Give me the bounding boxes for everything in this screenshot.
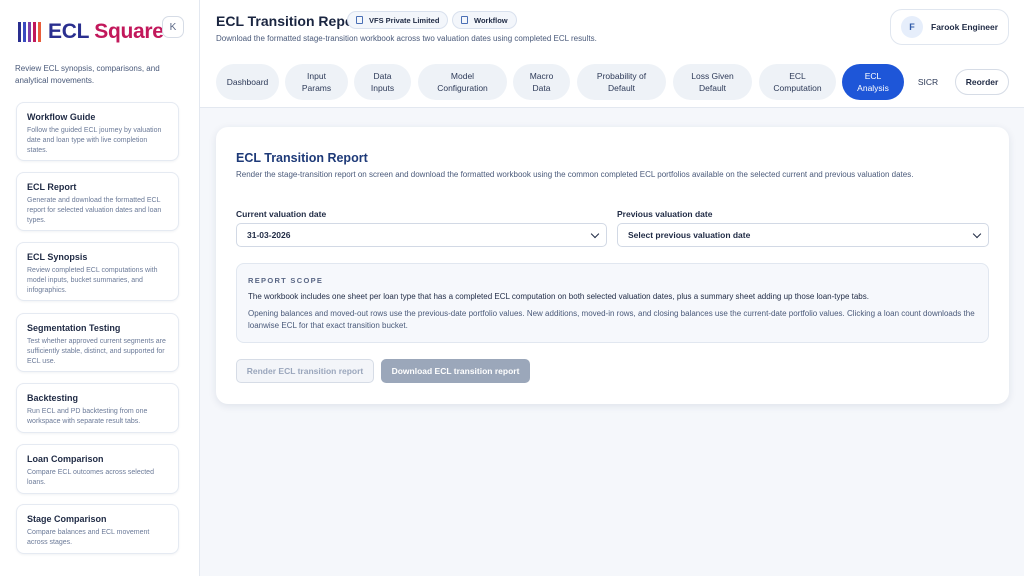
collapse-sidebar-button[interactable]: K — [162, 16, 184, 38]
user-menu[interactable]: F Farook Engineer — [890, 9, 1009, 45]
render-report-button[interactable]: Render ECL transition report — [236, 359, 374, 383]
brand-logo[interactable]: ECL Square — [18, 20, 164, 44]
tab-ecl-analysis[interactable]: ECL Analysis — [842, 64, 904, 100]
sidebar-item-title: Segmentation Testing — [27, 323, 121, 333]
transition-report-card: ECL Transition Report Render the stage-t… — [216, 127, 1009, 404]
sidebar-item-desc: Test whether approved current segments a… — [27, 338, 166, 365]
tab-dashboard[interactable]: Dashboard — [216, 64, 279, 100]
logo-bars-icon — [18, 22, 41, 42]
tab-model-configuration[interactable]: Model Configuration — [418, 64, 507, 100]
workflow-chip-label: Workflow — [474, 15, 508, 25]
workflow-icon — [461, 16, 468, 24]
sidebar-item-title: ECL Synopsis — [27, 252, 88, 262]
sidebar-description: Review ECL synopsis, comparisons, and an… — [15, 64, 160, 85]
previous-date-value: Select previous valuation date — [628, 230, 751, 240]
previous-date-label: Previous valuation date — [617, 209, 713, 219]
page-header: ECL Transition Report VFS Private Limite… — [200, 0, 1024, 52]
sidebar: ECL Square K Review ECL synopsis, compar… — [0, 0, 200, 576]
sidebar-item-desc: Review completed ECL computations with m… — [27, 267, 158, 294]
sidebar-item-title: ECL Report — [27, 182, 77, 192]
sidebar-item-title: Workflow Guide — [27, 112, 96, 122]
sidebar-item-backtesting[interactable]: Backtesting Run ECL and PD backtesting f… — [16, 383, 179, 433]
reorder-tabs-button[interactable]: Reorder — [955, 69, 1009, 95]
sidebar-item-loan-comparison[interactable]: Loan Comparison Compare ECL outcomes acr… — [16, 444, 179, 494]
brand-name: ECL — [48, 20, 89, 43]
current-date-label: Current valuation date — [236, 209, 327, 219]
previous-valuation-date-select[interactable]: Select previous valuation date — [617, 223, 989, 247]
avatar: F — [901, 16, 923, 38]
tab-ecl-computation[interactable]: ECL Computation — [759, 64, 836, 100]
page-title: ECL Transition Report — [216, 13, 364, 29]
download-report-button[interactable]: Download ECL transition report — [381, 359, 530, 383]
sidebar-item-ecl-report[interactable]: ECL Report Generate and download the for… — [16, 172, 179, 231]
card-description: Render the stage-transition report on sc… — [236, 170, 914, 179]
current-valuation-date-select[interactable]: 31-03-2026 — [236, 223, 607, 247]
sidebar-item-title: Backtesting — [27, 393, 79, 403]
card-title: ECL Transition Report — [236, 151, 368, 165]
current-date-value: 31-03-2026 — [247, 230, 291, 240]
company-chip[interactable]: VFS Private Limited — [347, 11, 449, 29]
report-scope-box: REPORT SCOPE The workbook includes one s… — [236, 263, 989, 343]
workflow-chip[interactable]: Workflow — [452, 11, 517, 29]
sidebar-item-segmentation-testing[interactable]: Segmentation Testing Test whether approv… — [16, 313, 179, 372]
sidebar-item-desc: Run ECL and PD backtesting from one work… — [27, 408, 148, 425]
chevron-down-icon — [972, 229, 982, 239]
tab-input-params[interactable]: Input Params — [285, 64, 348, 100]
building-icon — [356, 16, 363, 24]
company-chip-label: VFS Private Limited — [369, 15, 440, 25]
report-scope-heading: REPORT SCOPE — [248, 276, 324, 285]
report-scope-text-2: Opening balances and moved-out rows use … — [248, 309, 975, 330]
report-scope-text-1: The workbook includes one sheet per loan… — [248, 292, 869, 301]
sidebar-item-desc: Compare balances and ECL movement across… — [27, 529, 150, 546]
sidebar-item-stage-comparison[interactable]: Stage Comparison Compare balances and EC… — [16, 504, 179, 554]
chevron-down-icon — [590, 229, 600, 239]
sidebar-item-desc: Generate and download the formatted ECL … — [27, 197, 162, 224]
sidebar-item-desc: Compare ECL outcomes across selected loa… — [27, 469, 154, 486]
sidebar-item-ecl-synopsis[interactable]: ECL Synopsis Review completed ECL comput… — [16, 242, 179, 301]
tab-macro-data[interactable]: Macro Data — [513, 64, 570, 100]
sidebar-item-title: Stage Comparison — [27, 514, 107, 524]
sidebar-item-workflow-guide[interactable]: Workflow Guide Follow the guided ECL jou… — [16, 102, 179, 161]
page-subtitle: Download the formatted stage-transition … — [216, 34, 597, 43]
sidebar-item-desc: Follow the guided ECL journey by valuati… — [27, 127, 162, 154]
module-tabs: Dashboard Input Params Data Inputs Model… — [200, 52, 1024, 108]
tab-loss-given-default[interactable]: Loss Given Default — [673, 64, 752, 100]
tab-data-inputs[interactable]: Data Inputs — [354, 64, 411, 100]
sidebar-item-title: Loan Comparison — [27, 454, 104, 464]
tab-sicr[interactable]: SICR — [910, 64, 946, 100]
user-name: Farook Engineer — [931, 22, 999, 32]
tab-probability-of-default[interactable]: Probability of Default — [577, 64, 666, 100]
brand-accent: Square — [94, 20, 164, 43]
